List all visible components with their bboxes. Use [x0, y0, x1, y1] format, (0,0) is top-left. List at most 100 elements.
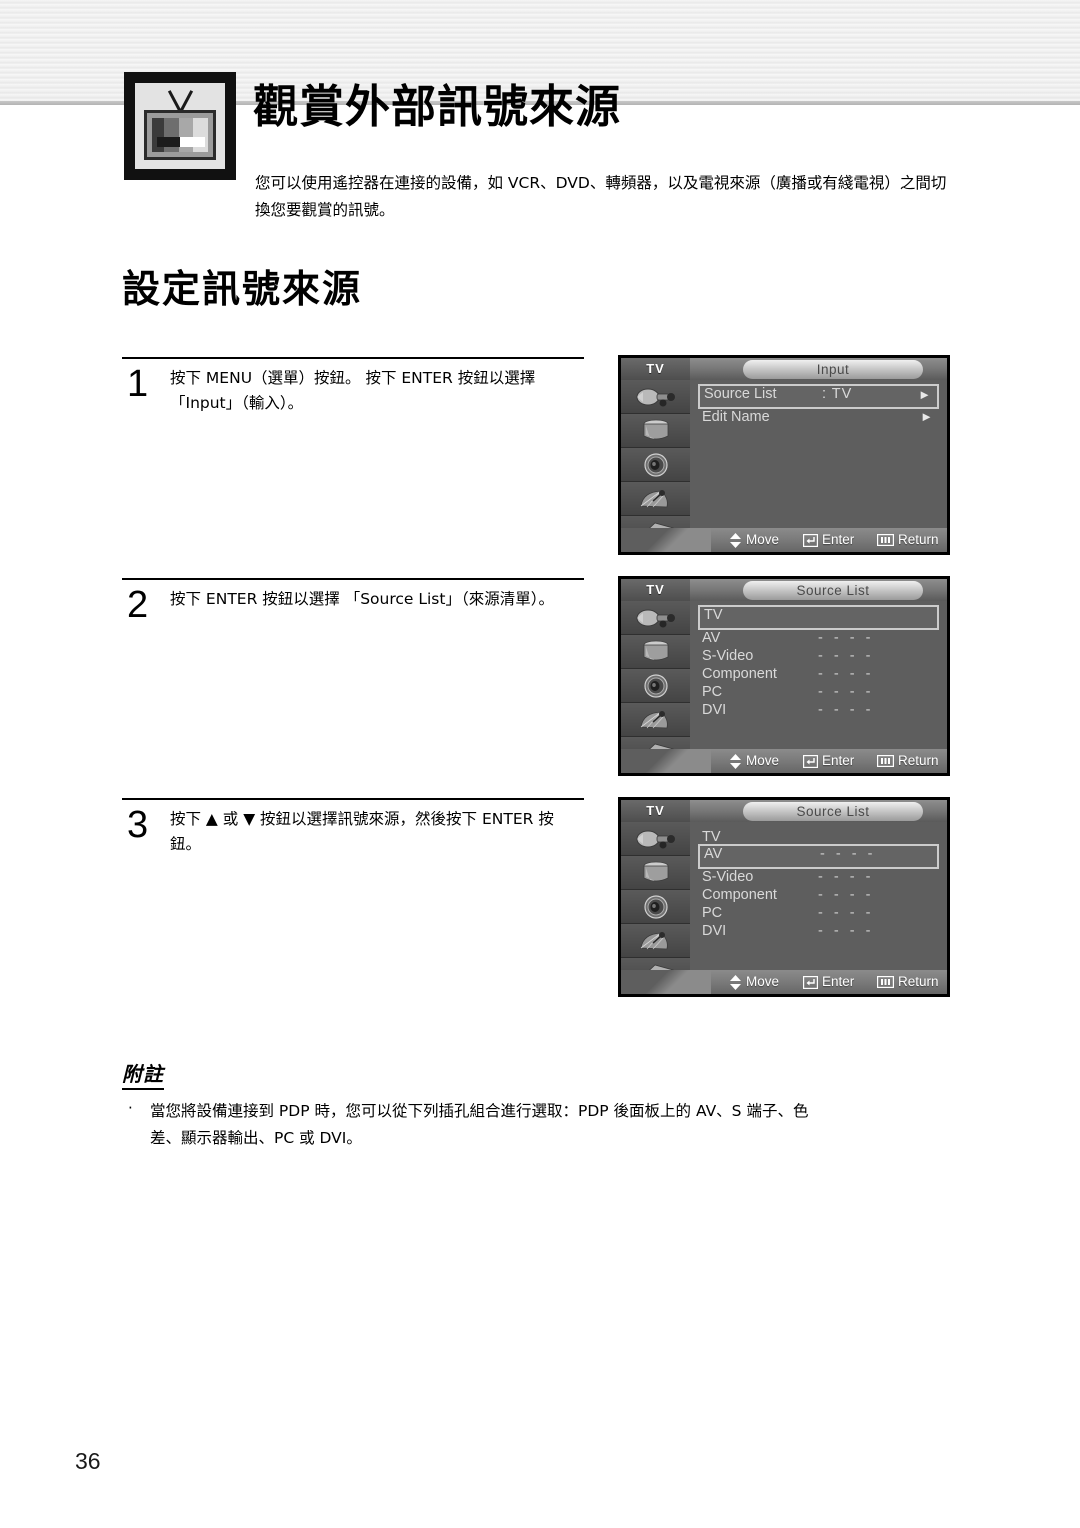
- menu-return-icon: [877, 976, 894, 988]
- step-rule: [122, 798, 584, 800]
- note-bullet: ·: [128, 1099, 133, 1117]
- osd-title: Input: [743, 360, 923, 379]
- osd-content: TV AV - - - - S-Video - - - - Component - - - …: [690, 601, 947, 773]
- menu-return-icon: [877, 534, 894, 546]
- step-rule: [122, 357, 584, 359]
- step-text: 按下 ▲ 或 ▼ 按鈕以選擇訊號來源，然後按下 ENTER 按鈕。: [170, 810, 554, 854]
- speaker-icon[interactable]: [621, 448, 690, 482]
- tv-strip-dark: [157, 137, 183, 147]
- tv-chapter-icon: [124, 72, 236, 180]
- antenna-input-icon[interactable]: [621, 601, 690, 635]
- osd-row-dvi[interactable]: DVI - - - -: [698, 701, 939, 719]
- osd-content: TV AV - - - - S-Video - - - - Component - - - …: [690, 822, 947, 994]
- osd-row-label: PC: [702, 905, 723, 921]
- menu-return-icon: [877, 755, 894, 767]
- section-heading: 設定訊號來源: [122, 267, 363, 311]
- picture-tube-icon[interactable]: [621, 856, 690, 890]
- osd-content: Source List: TV ► Edit Name ►: [690, 380, 947, 552]
- osd-hint-return-label: Return: [898, 532, 939, 547]
- osd-row-label: S-Video: [702, 869, 754, 885]
- osd-panel-source-list-av: TV Source List TV AV - - - - S-Video - - - - Co…: [618, 797, 950, 997]
- osd-bottom-bar: Move Enter Return: [621, 970, 947, 994]
- setup-dish-icon[interactable]: [621, 924, 690, 958]
- step-text: 按下 MENU（選單）按鈕。 按下 ENTER 按鈕以選擇「Input」（輸入）…: [170, 369, 536, 413]
- osd-hint-move: Move: [729, 970, 779, 994]
- speaker-icon[interactable]: [621, 890, 690, 924]
- osd-row-dashes: - - - -: [818, 684, 874, 700]
- osd-tv-label: TV: [621, 579, 690, 601]
- osd-hint-enter: Enter: [803, 749, 854, 773]
- osd-row-label: DVI: [702, 923, 727, 939]
- osd-row-dvi[interactable]: DVI - - - -: [698, 922, 939, 940]
- antenna-input-icon[interactable]: [621, 380, 690, 414]
- osd-hint-enter: Enter: [803, 528, 854, 552]
- osd-row-label: AV: [702, 630, 721, 646]
- osd-row-dashes: - - - -: [818, 666, 874, 682]
- osd-hint-move-label: Move: [746, 532, 780, 547]
- osd-row-pc[interactable]: PC - - - -: [698, 904, 939, 922]
- osd-row-dashes: - - - -: [818, 869, 874, 885]
- osd-panel-source-list-tv: TV Source List TV AV - - - - S-Video - - - - Co…: [618, 576, 950, 776]
- osd-sidebar: [621, 601, 690, 773]
- osd-bottom-notch: [621, 749, 711, 773]
- osd-row-dashes: - - - -: [818, 648, 874, 664]
- osd-bottom-notch: [621, 528, 711, 552]
- step-number: 2: [127, 584, 149, 626]
- tv-body-icon: [144, 110, 216, 160]
- osd-row-label: PC: [702, 684, 723, 700]
- osd-row-s-video[interactable]: S-Video - - - -: [698, 647, 939, 665]
- osd-row-component[interactable]: Component - - - -: [698, 886, 939, 904]
- osd-sidebar: [621, 822, 690, 994]
- osd-row-label: TV: [704, 607, 723, 623]
- osd-row-source-list[interactable]: Source List: TV ►: [698, 384, 939, 409]
- osd-row-arrow-icon[interactable]: ►: [920, 408, 933, 426]
- enter-key-icon: [803, 975, 818, 989]
- osd-row-arrow-icon[interactable]: ►: [918, 386, 931, 403]
- enter-key-icon: [803, 754, 818, 768]
- osd-row-pc[interactable]: PC - - - -: [698, 683, 939, 701]
- up-down-arrow-icon: [730, 532, 741, 548]
- osd-row-s-video[interactable]: S-Video - - - -: [698, 868, 939, 886]
- osd-row-dashes: - - - -: [818, 923, 874, 939]
- speaker-icon[interactable]: [621, 669, 690, 703]
- osd-row-dashes: - - - -: [818, 630, 874, 646]
- osd-row-edit-name[interactable]: Edit Name ►: [698, 408, 939, 426]
- osd-hint-move: Move: [729, 749, 779, 773]
- osd-hint-return: Return: [877, 528, 939, 552]
- picture-tube-icon[interactable]: [621, 635, 690, 669]
- osd-row-av[interactable]: AV - - - -: [698, 629, 939, 647]
- osd-row-dashes: - - - -: [818, 702, 874, 718]
- osd-row-label: Component: [702, 666, 777, 682]
- osd-hint-enter-label: Enter: [822, 974, 855, 989]
- osd-bottom-bar: Move Enter Return: [621, 749, 947, 773]
- osd-row-label: Component: [702, 887, 777, 903]
- osd-hint-enter: Enter: [803, 970, 854, 994]
- osd-row-component[interactable]: Component - - - -: [698, 665, 939, 683]
- setup-dish-icon[interactable]: [621, 703, 690, 737]
- osd-hint-enter-label: Enter: [822, 532, 855, 547]
- osd-hint-return-label: Return: [898, 974, 939, 989]
- osd-title: Source List: [743, 581, 923, 600]
- osd-row-dashes: - - - -: [818, 905, 874, 921]
- setup-dish-icon[interactable]: [621, 482, 690, 516]
- osd-tv-label: TV: [621, 358, 690, 380]
- osd-row-av[interactable]: AV - - - -: [698, 844, 939, 869]
- osd-bottom-notch: [621, 970, 711, 994]
- picture-tube-icon[interactable]: [621, 414, 690, 448]
- note-item-text: 當您將設備連接到 PDP 時，您可以從下列插孔組合進行選取：PDP 後面板上的 …: [150, 1102, 809, 1147]
- step-number: 1: [127, 363, 149, 405]
- tv-screen-icon: [152, 118, 208, 152]
- osd-hint-return: Return: [877, 749, 939, 773]
- osd-row-label: AV: [704, 846, 723, 862]
- osd-sidebar: [621, 380, 690, 552]
- tv-icon-inner: [135, 83, 225, 169]
- chapter-description: 您可以使用遙控器在連接的設備，如 VCR、DVD、轉頻器，以及電視來源（廣播或有…: [255, 174, 947, 220]
- note-list-item: · 當您將設備連接到 PDP 時，您可以從下列插孔組合進行選取：PDP 後面板上…: [122, 1098, 822, 1151]
- antenna-input-icon[interactable]: [621, 822, 690, 856]
- osd-row-dashes: - - - -: [818, 887, 874, 903]
- osd-row-value: : TV: [822, 386, 853, 402]
- osd-row-tv[interactable]: TV: [698, 605, 939, 630]
- osd-hint-enter-label: Enter: [822, 753, 855, 768]
- note-block: 附註 · 當您將設備連接到 PDP 時，您可以從下列插孔組合進行選取：PDP 後…: [122, 1058, 822, 1151]
- step-number: 3: [127, 804, 149, 846]
